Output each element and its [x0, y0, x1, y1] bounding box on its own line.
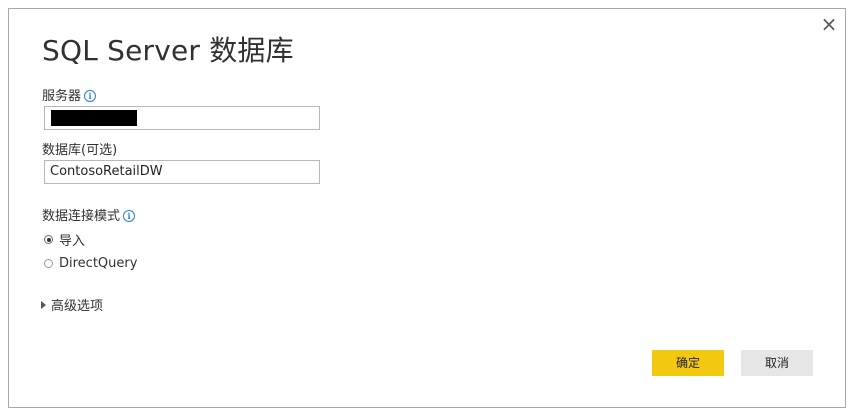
advanced-options-toggle[interactable]: 高级选项 — [41, 295, 103, 314]
radio-import-label: 导入 — [59, 234, 86, 249]
server-label-text: 服务器 — [42, 89, 82, 104]
caret-right-icon — [41, 300, 46, 309]
connectivity-mode-label-text: 数据连接模式 — [42, 209, 121, 224]
ok-button[interactable]: 确定 — [652, 350, 724, 376]
radio-selected-icon[interactable] — [44, 235, 53, 244]
server-input[interactable] — [44, 106, 320, 130]
database-label: 数据库(可选) — [42, 143, 118, 158]
redacted-server-name — [51, 110, 137, 126]
radio-directquery[interactable]: DirectQuery — [44, 256, 137, 271]
cancel-button[interactable]: 取消 — [741, 350, 813, 376]
sql-server-dialog: × SQL Server 数据库 服务器 i 数据库(可选) ContosoRet… — [8, 8, 846, 408]
dialog-title: SQL Server 数据库 — [42, 34, 294, 67]
connectivity-mode-label: 数据连接模式 i — [42, 205, 136, 224]
close-icon[interactable]: × — [820, 14, 838, 34]
radio-directquery-label: DirectQuery — [59, 256, 138, 271]
advanced-options-label: 高级选项 — [51, 299, 104, 314]
database-input[interactable]: ContosoRetailDW — [44, 160, 320, 184]
radio-import[interactable]: 导入 — [44, 230, 85, 249]
info-icon[interactable]: i — [123, 210, 136, 222]
radio-unselected-icon[interactable] — [44, 259, 53, 268]
server-label: 服务器 i — [42, 85, 97, 104]
info-icon[interactable]: i — [84, 90, 97, 102]
